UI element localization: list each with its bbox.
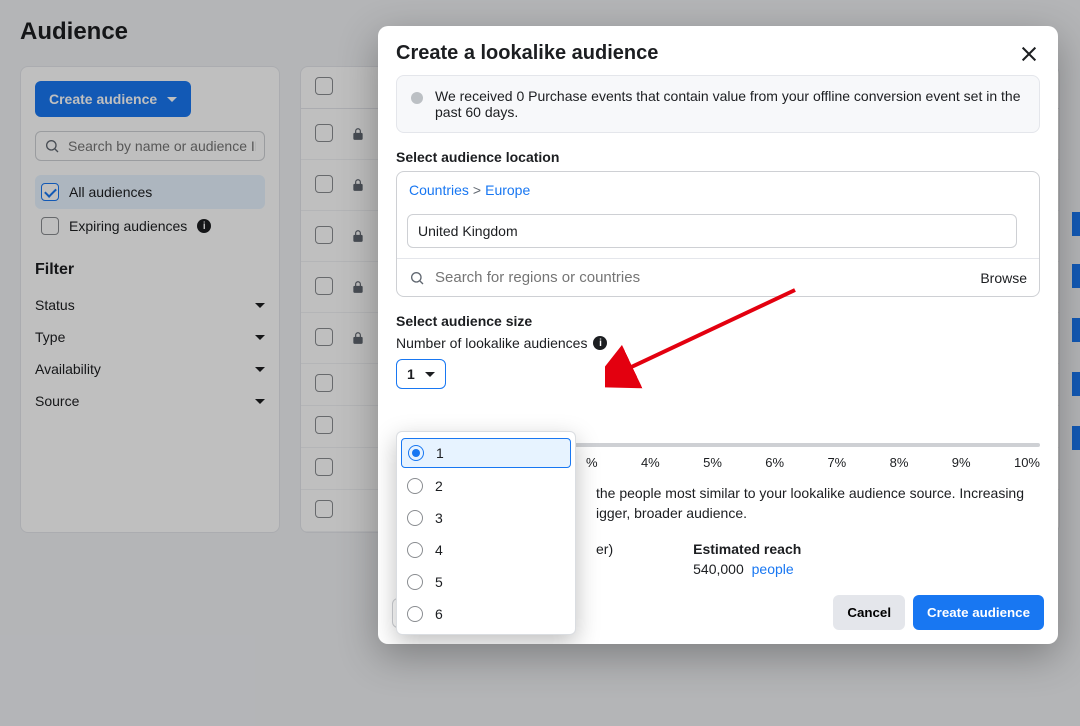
breadcrumb-countries[interactable]: Countries	[409, 182, 469, 198]
reach-left-fragment: er)	[596, 541, 613, 557]
info-icon[interactable]: i	[593, 336, 607, 350]
option-label: 4	[435, 542, 443, 558]
selected-location-chip[interactable]: United Kingdom	[407, 214, 1017, 248]
dropdown-option-4[interactable]: 4	[397, 534, 575, 566]
search-icon	[409, 270, 425, 286]
number-of-lookalikes-dropdown: 1 2 3 4 5 6	[396, 431, 576, 635]
radio-icon	[407, 478, 423, 494]
option-label: 3	[435, 510, 443, 526]
radio-icon	[407, 542, 423, 558]
estimated-reach-label: Estimated reach	[693, 541, 801, 557]
estimated-reach-suffix[interactable]: people	[752, 561, 794, 577]
browse-button[interactable]: Browse	[980, 270, 1027, 286]
create-lookalike-modal: Create a lookalike audience We received …	[378, 26, 1058, 644]
radio-icon	[408, 445, 424, 461]
radio-icon	[407, 510, 423, 526]
dropdown-option-3[interactable]: 3	[397, 502, 575, 534]
modal-title: Create a lookalike audience	[396, 42, 658, 65]
dropdown-option-2[interactable]: 2	[397, 470, 575, 502]
bullet-icon	[411, 92, 423, 104]
notice-banner: We received 0 Purchase events that conta…	[396, 75, 1040, 133]
dropdown-option-5[interactable]: 5	[397, 566, 575, 598]
option-label: 6	[435, 606, 443, 622]
select-value: 1	[407, 366, 415, 382]
chevron-down-icon	[425, 372, 435, 377]
dropdown-option-6[interactable]: 6	[397, 598, 575, 630]
option-label: 1	[436, 445, 444, 461]
estimated-reach-value: 540,000	[693, 561, 744, 577]
create-audience-button[interactable]: Create audience	[913, 595, 1044, 630]
location-search-input[interactable]	[435, 269, 970, 286]
radio-icon	[407, 574, 423, 590]
notice-text: We received 0 Purchase events that conta…	[435, 88, 1025, 120]
close-icon[interactable]	[1018, 43, 1040, 65]
radio-icon	[407, 606, 423, 622]
option-label: 2	[435, 478, 443, 494]
breadcrumb[interactable]: Countries>Europe	[397, 172, 1039, 208]
option-label: 5	[435, 574, 443, 590]
number-of-lookalikes-label: Number of lookalike audiences	[396, 335, 587, 351]
location-box: Countries>Europe United Kingdom Browse	[396, 171, 1040, 297]
cancel-button[interactable]: Cancel	[833, 595, 905, 630]
dropdown-option-1[interactable]: 1	[401, 438, 571, 468]
location-heading: Select audience location	[396, 149, 1040, 165]
size-heading: Select audience size	[396, 313, 1040, 329]
number-of-lookalikes-select[interactable]: 1	[396, 359, 446, 389]
breadcrumb-europe[interactable]: Europe	[485, 182, 530, 198]
